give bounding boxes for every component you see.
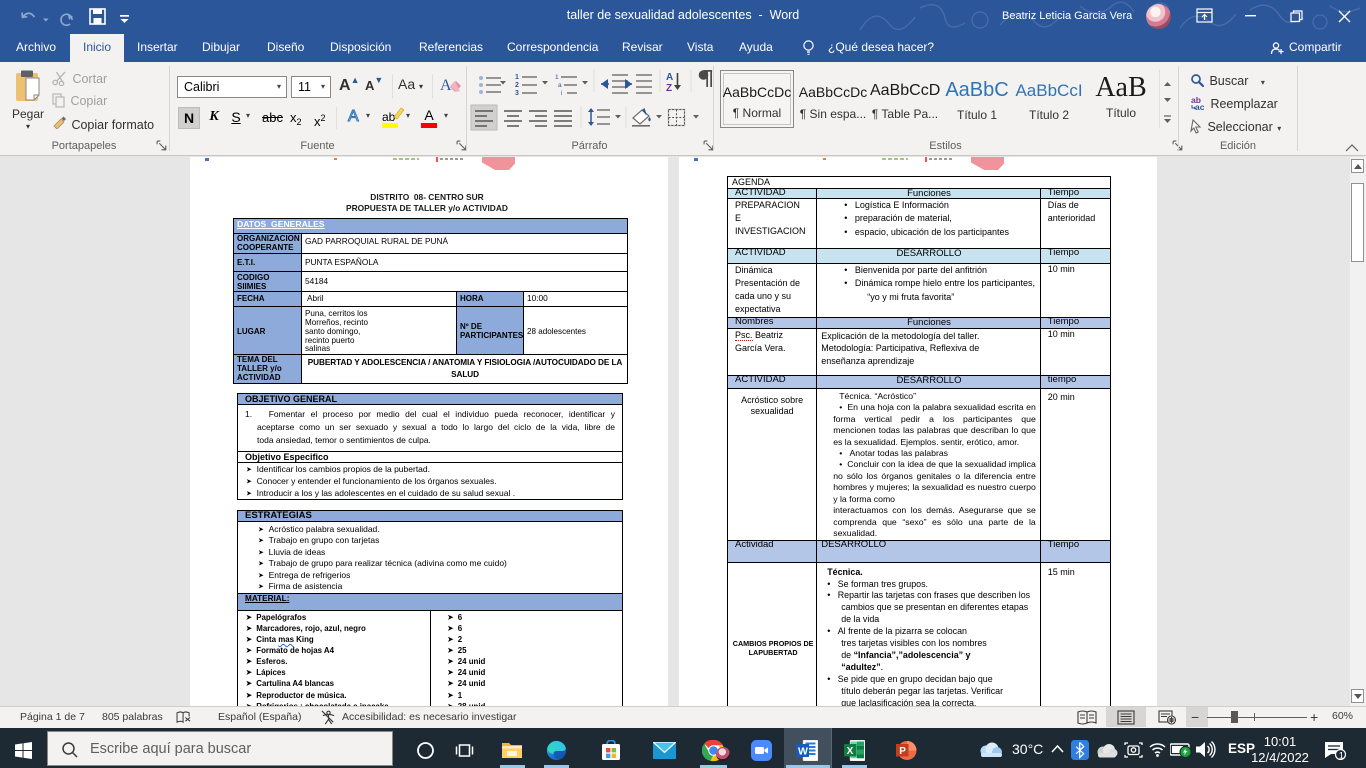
svg-text:1: 1 <box>515 74 519 81</box>
svg-text:a: a <box>558 82 562 89</box>
svg-text:ac: ac <box>1195 102 1205 111</box>
svg-text:3: 3 <box>515 90 519 97</box>
svg-text:Z: Z <box>666 83 672 94</box>
svg-text:X: X <box>847 746 854 757</box>
svg-text:i: i <box>561 90 562 97</box>
svg-text:1: 1 <box>555 74 559 81</box>
svg-text:W: W <box>798 746 808 758</box>
svg-text:P: P <box>899 746 906 757</box>
svg-text:A: A <box>666 72 673 83</box>
svg-text:1: 1 <box>1339 750 1344 760</box>
svg-text:2: 2 <box>515 82 519 89</box>
svg-text:A: A <box>440 77 452 94</box>
